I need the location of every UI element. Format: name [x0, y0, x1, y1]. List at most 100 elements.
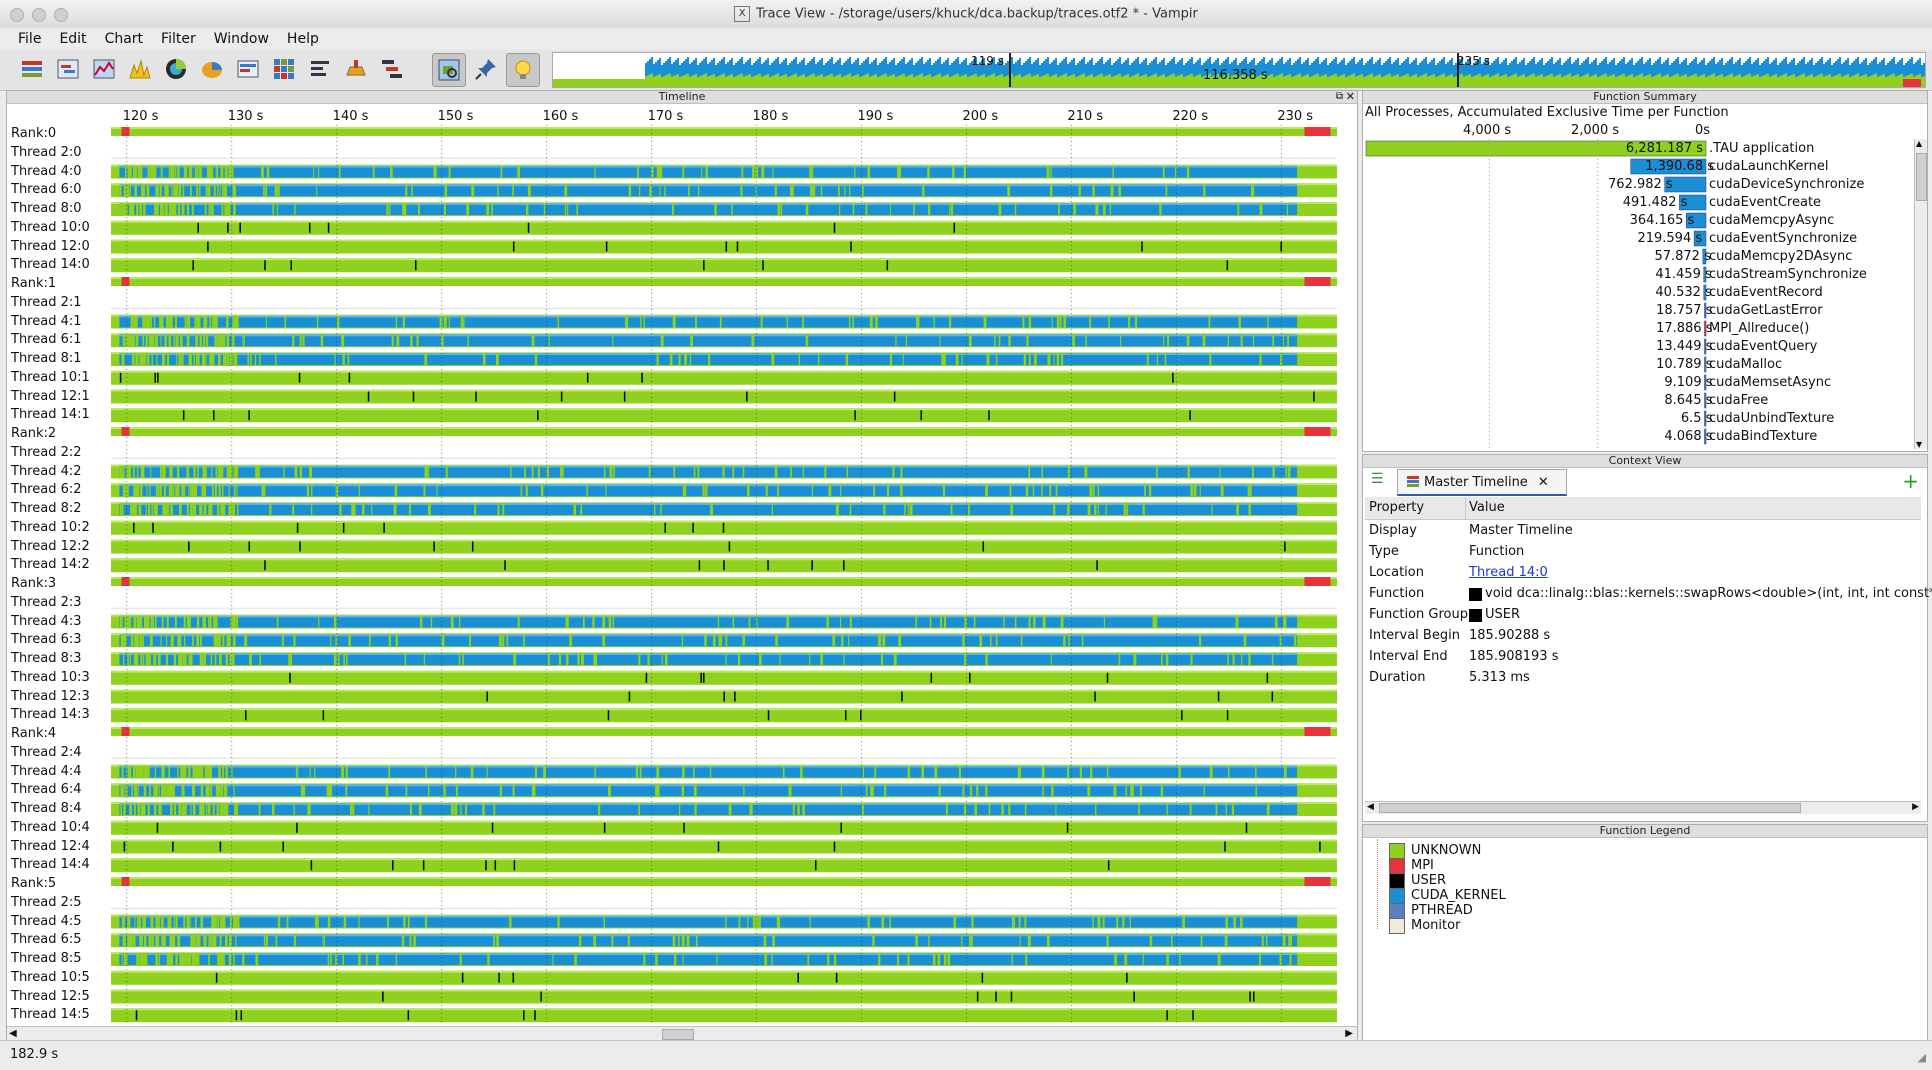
timeline-row[interactable]	[111, 952, 1337, 966]
timeline-chart[interactable]	[111, 125, 1337, 1025]
timeline-scroll-thumb[interactable]	[662, 1029, 694, 1040]
legend-item[interactable]: UNKNOWN	[1389, 842, 1481, 859]
timeline-row-label[interactable]: Thread 12:3	[11, 689, 90, 704]
timeline-row-label[interactable]: Thread 8:1	[11, 351, 82, 366]
timeline-row-label[interactable]: Thread 4:5	[11, 914, 82, 929]
timeline-row-label[interactable]: Thread 4:3	[11, 614, 82, 629]
timeline-row[interactable]	[111, 652, 1337, 666]
timeline-row[interactable]	[111, 502, 1337, 516]
timeline-row[interactable]	[111, 607, 1337, 609]
timeline-row-label[interactable]: Thread 2:3	[11, 595, 82, 610]
timeline-row[interactable]	[111, 239, 1337, 254]
timeline-row-label[interactable]: Thread 6:0	[11, 182, 82, 197]
function-summary-button[interactable]	[160, 53, 192, 85]
context-menu-icon[interactable]: ☰	[1371, 471, 1384, 487]
timeline-row-label[interactable]: Rank:1	[11, 276, 56, 291]
function-summary-row[interactable]: 762.982 s cudaDeviceSynchronize	[1363, 177, 1923, 195]
pin-button[interactable]	[470, 53, 502, 85]
timeline-row[interactable]	[111, 989, 1337, 1004]
timeline-row[interactable]	[111, 858, 1337, 873]
function-summary-row[interactable]: 6,281.187 s .TAU application	[1363, 141, 1923, 159]
timeline-row[interactable]	[111, 352, 1337, 366]
menu-window[interactable]: Window	[205, 31, 278, 47]
timeline-row[interactable]	[111, 183, 1337, 198]
timeline-row-label[interactable]: Thread 8:4	[11, 801, 82, 816]
add-tab-icon[interactable]: +	[1902, 469, 1919, 493]
timeline-row[interactable]	[111, 157, 1337, 159]
io-summary-button[interactable]	[304, 53, 336, 85]
timeline-row[interactable]	[111, 464, 1337, 479]
timeline-row-label[interactable]: Thread 10:0	[11, 220, 90, 235]
timeline-row-label[interactable]: Thread 12:0	[11, 239, 90, 254]
function-summary-row[interactable]: 1,390.68 s cudaLaunchKernel	[1363, 159, 1923, 177]
menu-chart[interactable]: Chart	[96, 31, 152, 47]
timeline-row-label[interactable]: Thread 8:3	[11, 651, 82, 666]
legend-item[interactable]: Monitor	[1389, 917, 1460, 934]
timeline-row-label[interactable]: Thread 10:2	[11, 520, 90, 535]
timeline-row[interactable]	[111, 333, 1337, 348]
menu-edit[interactable]: Edit	[50, 31, 95, 47]
timeline-row[interactable]	[111, 877, 1337, 886]
message-summary-button[interactable]	[232, 53, 264, 85]
fs-scroll-up-icon[interactable]: ▲	[1916, 139, 1922, 148]
context-value[interactable]: Thread 14:0	[1469, 565, 1548, 580]
process-timeline-button[interactable]	[52, 53, 84, 85]
timeline-row[interactable]	[111, 314, 1337, 329]
fs-scroll-thumb[interactable]	[1916, 153, 1927, 201]
function-summary-row[interactable]: 6.5 s cudaUnbindTexture	[1363, 411, 1923, 429]
timeline-row[interactable]	[111, 708, 1337, 723]
timeline-row-label[interactable]: Rank:3	[11, 576, 56, 591]
timeline-row-label[interactable]: Thread 4:1	[11, 314, 82, 329]
timeline-row-label[interactable]: Thread 6:4	[11, 782, 82, 797]
timeline-row[interactable]	[111, 727, 1337, 736]
function-summary-row[interactable]: 57.872 s cudaMemcpy2DAsync	[1363, 249, 1923, 267]
timeline-row[interactable]	[111, 689, 1337, 704]
timeline-row-label[interactable]: Thread 10:1	[11, 370, 90, 385]
timeline-row-label[interactable]: Thread 6:2	[11, 482, 82, 497]
ctx-scroll-right-icon[interactable]: ▶	[1912, 802, 1919, 812]
timeline-row[interactable]	[111, 764, 1337, 779]
timeline-row-label[interactable]: Thread 2:1	[11, 295, 82, 310]
timeline-row-label[interactable]: Thread 14:4	[11, 857, 90, 872]
timeline-row-label[interactable]: Rank:5	[11, 876, 56, 891]
function-summary-row[interactable]: 491.482 s cudaEventCreate	[1363, 195, 1923, 213]
timeline-row[interactable]	[111, 258, 1337, 273]
timeline-row[interactable]	[111, 520, 1337, 535]
function-summary-row[interactable]: 219.594 s cudaEventSynchronize	[1363, 231, 1923, 249]
timeline-row-label[interactable]: Thread 2:5	[11, 895, 82, 910]
timeline-undock-button[interactable]: ⧉	[1336, 91, 1343, 102]
timeline-row-label[interactable]: Thread 6:3	[11, 632, 82, 647]
call-tree-button[interactable]	[376, 53, 408, 85]
timeline-row[interactable]	[111, 839, 1337, 854]
timeline-row-label[interactable]: Thread 6:5	[11, 932, 82, 947]
timeline-row-label[interactable]: Rank:0	[11, 126, 56, 141]
timeline-row[interactable]	[111, 220, 1337, 235]
communication-matrix-button[interactable]	[268, 53, 300, 85]
menu-file[interactable]: File	[0, 31, 50, 47]
timeline-row[interactable]	[111, 457, 1337, 459]
counter-timeline-button[interactable]	[88, 53, 120, 85]
timeline-row[interactable]	[111, 483, 1337, 498]
timeline-row-label[interactable]: Thread 2:0	[11, 145, 82, 160]
timeline-row[interactable]	[111, 820, 1337, 835]
timeline-row[interactable]	[111, 1008, 1337, 1023]
tab-master-timeline[interactable]: Master Timeline ✕	[1397, 469, 1567, 496]
lightbulb-button[interactable]	[506, 53, 540, 87]
timeline-row-label[interactable]: Thread 10:3	[11, 670, 90, 685]
menu-help[interactable]: Help	[278, 31, 328, 47]
timeline-row-label[interactable]: Thread 4:0	[11, 164, 82, 179]
timeline-row[interactable]	[111, 577, 1337, 586]
timeline-row[interactable]	[111, 783, 1337, 798]
io-events-button[interactable]	[340, 53, 372, 85]
timeline-row[interactable]	[111, 127, 1337, 136]
timeline-row-label[interactable]: Thread 10:4	[11, 820, 90, 835]
timeline-row-label[interactable]: Thread 2:2	[11, 445, 82, 460]
timeline-row-label[interactable]: Rank:2	[11, 426, 56, 441]
timeline-row[interactable]	[111, 164, 1337, 179]
timeline-horizontal-scrollbar[interactable]: ◀ ▶	[7, 1026, 1357, 1041]
timeline-row-label[interactable]: Thread 14:5	[11, 1007, 90, 1022]
resize-grip-icon[interactable]: ◢	[1918, 1051, 1926, 1064]
timeline-row[interactable]	[111, 307, 1337, 309]
timeline-row[interactable]	[111, 558, 1337, 573]
timeline-row-label[interactable]: Thread 4:4	[11, 764, 82, 779]
